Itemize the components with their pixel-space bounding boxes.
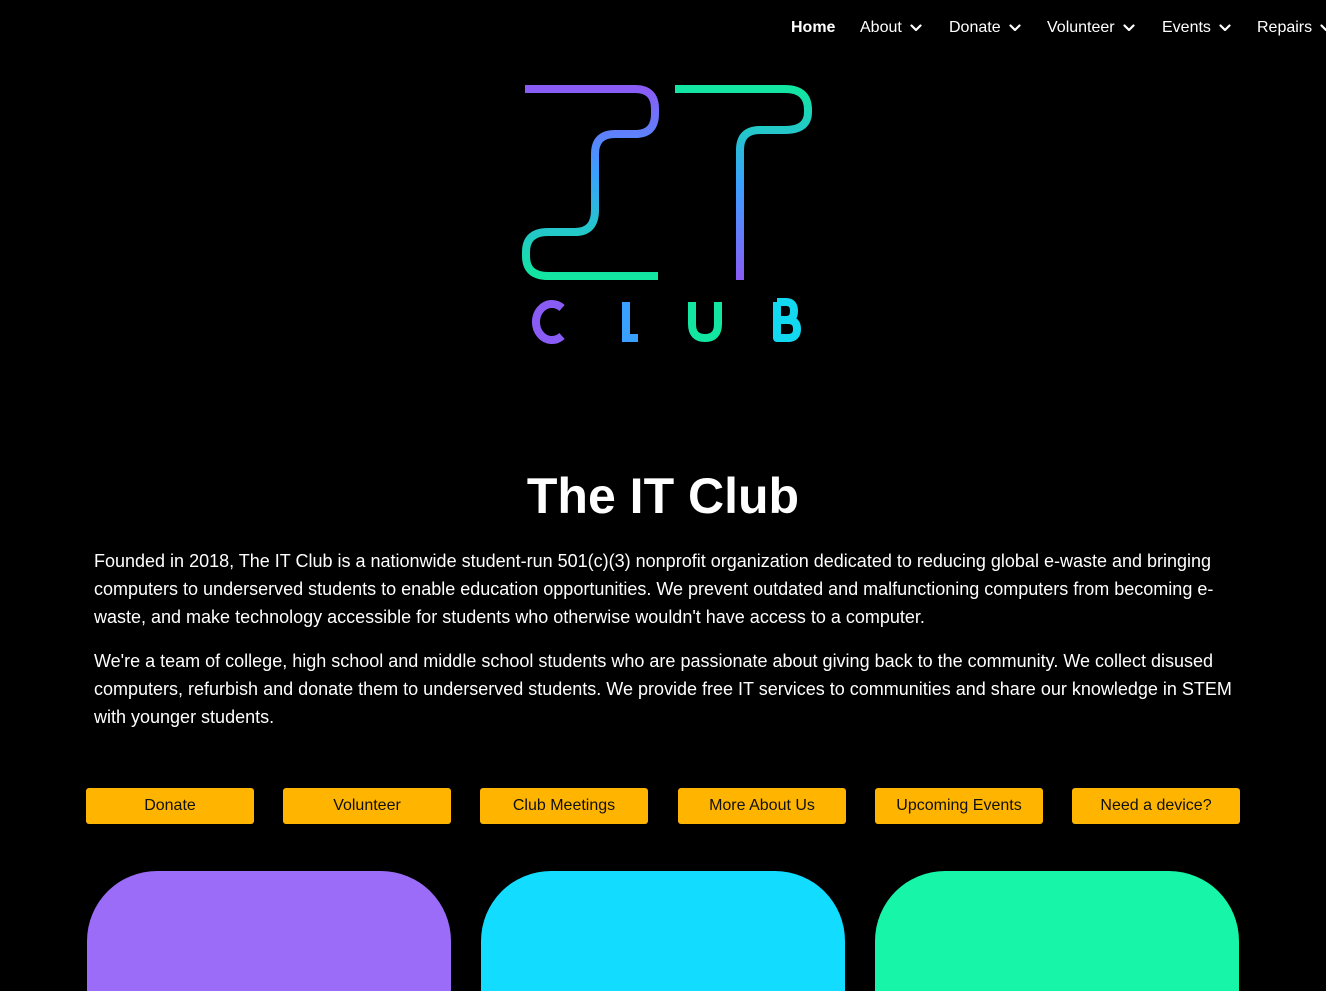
team-paragraph: We're a team of college, high school and… xyxy=(94,651,1232,727)
upcoming-events-button[interactable]: Upcoming Events xyxy=(875,788,1043,824)
page-title: The IT Club xyxy=(526,468,800,524)
feature-card-purple[interactable] xyxy=(87,871,451,991)
chevron-down-icon xyxy=(1123,23,1135,33)
main-nav: Home About Donate Volunteer Events Repai… xyxy=(0,0,1326,56)
chevron-down-icon xyxy=(1008,23,1021,33)
volunteer-button[interactable]: Volunteer xyxy=(283,788,451,824)
feature-card-green[interactable] xyxy=(875,871,1239,991)
nav-item-label: About xyxy=(860,19,902,36)
nav-item-events[interactable]: Events xyxy=(1162,19,1231,37)
need-device-button[interactable]: Need a device? xyxy=(1072,788,1240,824)
nav-item-repairs[interactable]: Repairs xyxy=(1257,19,1326,37)
club-meetings-button[interactable]: Club Meetings xyxy=(480,788,648,824)
more-about-us-button[interactable]: More About Us xyxy=(678,788,846,824)
logo-graphic xyxy=(522,85,812,344)
chevron-down-icon xyxy=(1219,23,1231,33)
intro-paragraph: Founded in 2018, The IT Club is a nation… xyxy=(94,551,1214,627)
it-club-logo xyxy=(520,80,820,350)
nav-item-label: Volunteer xyxy=(1047,19,1115,36)
nav-item-home[interactable]: Home xyxy=(791,19,835,37)
chevron-down-icon xyxy=(1320,23,1326,33)
chevron-down-icon xyxy=(910,23,922,33)
nav-item-label: Repairs xyxy=(1257,19,1313,36)
nav-item-volunteer[interactable]: Volunteer xyxy=(1047,19,1135,37)
nav-item-label: Home xyxy=(791,19,836,36)
donate-button[interactable]: Donate xyxy=(86,788,254,824)
nav-item-about[interactable]: About xyxy=(860,19,922,37)
nav-item-label: Events xyxy=(1162,19,1211,36)
feature-card-cyan[interactable] xyxy=(481,871,845,991)
nav-item-donate[interactable]: Donate xyxy=(949,19,1021,37)
nav-item-label: Donate xyxy=(949,19,1001,36)
